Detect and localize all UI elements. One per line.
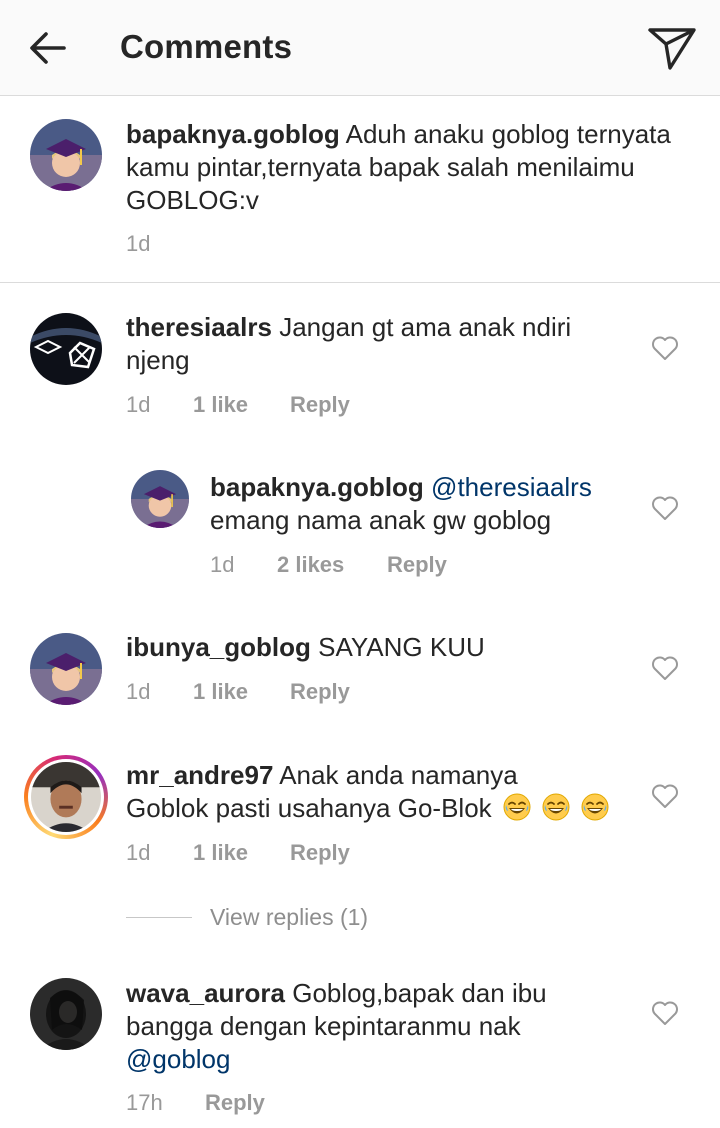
- timestamp: 1d: [126, 840, 151, 865]
- username[interactable]: bapaknya.goblog: [126, 119, 340, 149]
- laughing-emoji-icon: [542, 793, 570, 821]
- reply-button[interactable]: Reply: [290, 392, 350, 418]
- username[interactable]: mr_andre97: [126, 760, 273, 790]
- heart-icon[interactable]: [651, 783, 679, 809]
- heart-icon[interactable]: [651, 495, 679, 521]
- top-bar: Comments: [0, 0, 720, 96]
- timestamp: 1d: [126, 392, 151, 417]
- timestamp: 17h: [126, 1090, 163, 1115]
- avatar[interactable]: [30, 313, 102, 385]
- timestamp: 1d: [126, 231, 151, 256]
- reply-button[interactable]: Reply: [387, 552, 447, 578]
- username[interactable]: ibunya_goblog: [126, 632, 311, 662]
- comment-text: SAYANG KUU: [318, 632, 485, 662]
- arrow-left-icon[interactable]: [26, 26, 70, 70]
- comment-text: Anak anda namanya: [279, 760, 518, 790]
- username[interactable]: theresiaalrs: [126, 312, 272, 342]
- page-title: Comments: [120, 28, 293, 65]
- likes-count[interactable]: 1 like: [193, 840, 290, 866]
- likes-count[interactable]: 2 likes: [277, 552, 387, 578]
- username[interactable]: wava_aurora: [126, 978, 285, 1008]
- reply-button[interactable]: Reply: [290, 679, 350, 705]
- comment-text: Jangan gt ama anak ndiri: [279, 312, 572, 342]
- avatar[interactable]: [131, 470, 189, 528]
- likes-count[interactable]: 1 like: [193, 679, 290, 705]
- avatar[interactable]: [30, 978, 102, 1050]
- mention-link[interactable]: @goblog: [126, 1044, 230, 1074]
- mention-link[interactable]: @theresiaalrs: [431, 472, 592, 502]
- timestamp: 1d: [126, 679, 151, 704]
- avatar[interactable]: [30, 119, 102, 191]
- avatar: [31, 762, 101, 832]
- heart-icon[interactable]: [651, 655, 679, 681]
- view-replies-button[interactable]: View replies (1): [126, 904, 368, 931]
- avatar[interactable]: [30, 633, 102, 705]
- likes-count[interactable]: 1 like: [193, 392, 290, 418]
- reply-button[interactable]: Reply: [205, 1090, 265, 1116]
- heart-icon[interactable]: [651, 335, 679, 361]
- comment-text: Goblog,bapak dan ibu: [292, 978, 547, 1008]
- reply-button[interactable]: Reply: [290, 840, 350, 866]
- laughing-emoji-icon: [581, 793, 609, 821]
- comment-text: emang nama anak gw goblog: [210, 505, 552, 535]
- divider: [0, 282, 720, 283]
- comment-text: bangga dengan kepintaranmu nak: [126, 1011, 521, 1041]
- story-ring[interactable]: [24, 755, 108, 839]
- view-replies-label: View replies (1): [210, 904, 369, 930]
- divider-line: [126, 917, 192, 918]
- comment-text: Goblok pasti usahanya Go-Blok: [126, 793, 492, 823]
- laughing-emoji-icon: [503, 793, 531, 821]
- comment-text: njeng: [126, 345, 190, 375]
- timestamp: 1d: [210, 552, 235, 577]
- heart-icon[interactable]: [651, 1000, 679, 1026]
- username[interactable]: bapaknya.goblog: [210, 472, 424, 502]
- paper-plane-icon[interactable]: [646, 24, 698, 72]
